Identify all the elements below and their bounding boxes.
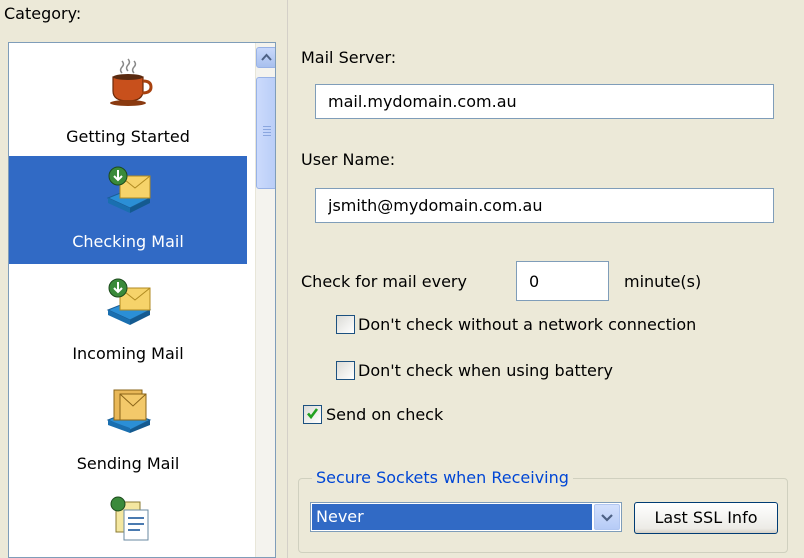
last-ssl-info-button[interactable]: Last SSL Info <box>634 502 778 534</box>
check-interval-unit: minute(s) <box>624 272 702 291</box>
scroll-up-button[interactable] <box>256 47 275 68</box>
send-on-check-label: Send on check <box>326 405 444 424</box>
category-list[interactable]: Getting Started Checking Mail Incoming M… <box>8 42 276 558</box>
user-name-input[interactable] <box>315 188 774 223</box>
category-item-sending-mail[interactable]: Sending Mail <box>9 374 247 484</box>
battery-checkbox[interactable] <box>336 361 355 380</box>
category-item-incoming-mail[interactable]: Incoming Mail <box>9 264 247 374</box>
sending-mail-icon <box>106 389 152 433</box>
category-scrollbar[interactable] <box>255 43 275 557</box>
category-label: Category: <box>4 4 82 23</box>
mail-server-input[interactable] <box>315 84 774 119</box>
category-item-getting-started[interactable]: Getting Started <box>9 43 247 153</box>
category-item-label: Checking Mail <box>72 232 184 251</box>
check-interval-input[interactable] <box>516 261 609 301</box>
chevron-up-icon <box>261 53 272 61</box>
check-mail-icon <box>106 166 152 213</box>
category-item-label: Getting Started <box>66 127 190 146</box>
category-item-label: Incoming Mail <box>72 344 184 363</box>
panel-divider <box>287 0 288 558</box>
ssl-group-label: Secure Sockets when Receiving <box>312 468 573 487</box>
mail-server-label: Mail Server: <box>301 48 397 67</box>
scroll-thumb[interactable] <box>256 77 275 189</box>
chevron-down-icon <box>601 514 613 522</box>
category-item-composing[interactable] <box>9 484 247 557</box>
user-name-label: User Name: <box>301 150 396 169</box>
battery-label: Don't check when using battery <box>358 361 613 380</box>
category-item-label: Sending Mail <box>76 454 180 473</box>
send-on-check-checkbox[interactable] <box>303 405 322 424</box>
category-item-checking-mail[interactable]: Checking Mail <box>9 156 247 264</box>
incoming-mail-icon <box>106 278 152 325</box>
checkmark-icon <box>307 408 319 420</box>
no-network-label: Don't check without a network connection <box>358 315 697 334</box>
composing-icon <box>110 496 149 541</box>
ssl-dropdown-button[interactable] <box>594 504 620 530</box>
no-network-checkbox[interactable] <box>336 315 355 334</box>
ssl-select-value: Never <box>312 504 592 530</box>
check-every-label: Check for mail every <box>301 272 467 291</box>
coffee-cup-icon <box>110 58 153 106</box>
ssl-select[interactable]: Never <box>310 502 622 532</box>
